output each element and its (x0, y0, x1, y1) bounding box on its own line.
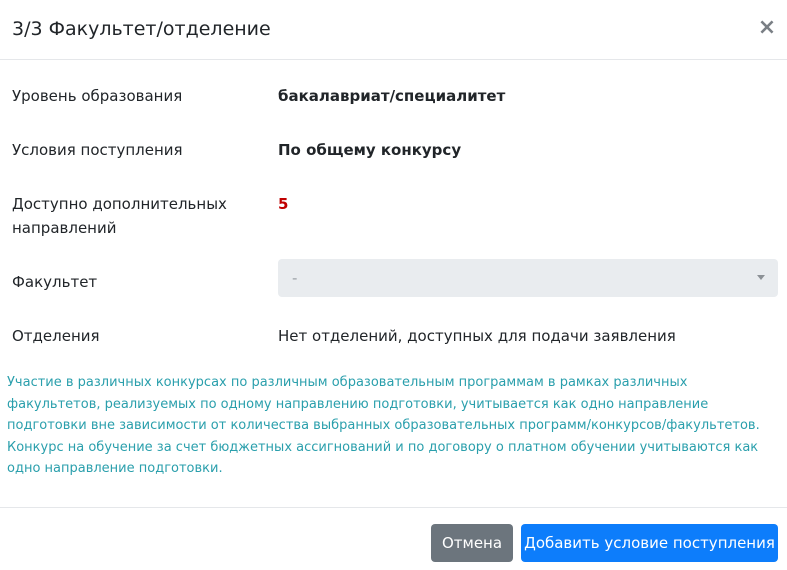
faculty-select[interactable]: - (278, 259, 778, 297)
modal-header: 3/3 Факультет/отделение × (0, 0, 787, 60)
faculty-select-value: - (292, 269, 298, 287)
close-button[interactable]: × (757, 16, 777, 40)
admission-conditions-value: По общему конкурсу (278, 141, 462, 159)
departments-label: Отделения (12, 327, 100, 345)
education-level-label: Уровень образования (12, 87, 183, 105)
departments-value: Нет отделений, доступных для подачи заяв… (278, 327, 676, 345)
faculty-label: Факультет (12, 273, 98, 291)
cancel-button[interactable]: Отмена (431, 524, 513, 562)
modal-footer: Отмена Добавить условие поступления (0, 507, 787, 570)
chevron-down-icon (757, 275, 765, 280)
info-paragraph-2: Конкурс на обучение за счет бюджетных ас… (7, 439, 759, 477)
info-paragraph-1: Участие в различных конкурсах по различн… (7, 375, 760, 433)
modal-dialog: 3/3 Факультет/отделение × Уровень образо… (0, 0, 787, 570)
info-text: Участие в различных конкурсах по различн… (7, 372, 783, 480)
extra-directions-label: Доступно дополнительных направлений (12, 195, 227, 237)
admission-conditions-label: Условия поступления (12, 141, 183, 159)
education-level-value: бакалавриат/специалитет (278, 87, 506, 105)
modal-title: 3/3 Факультет/отделение (12, 18, 271, 40)
extra-directions-value: 5 (278, 195, 289, 213)
add-admission-condition-button[interactable]: Добавить условие поступления (521, 524, 778, 562)
